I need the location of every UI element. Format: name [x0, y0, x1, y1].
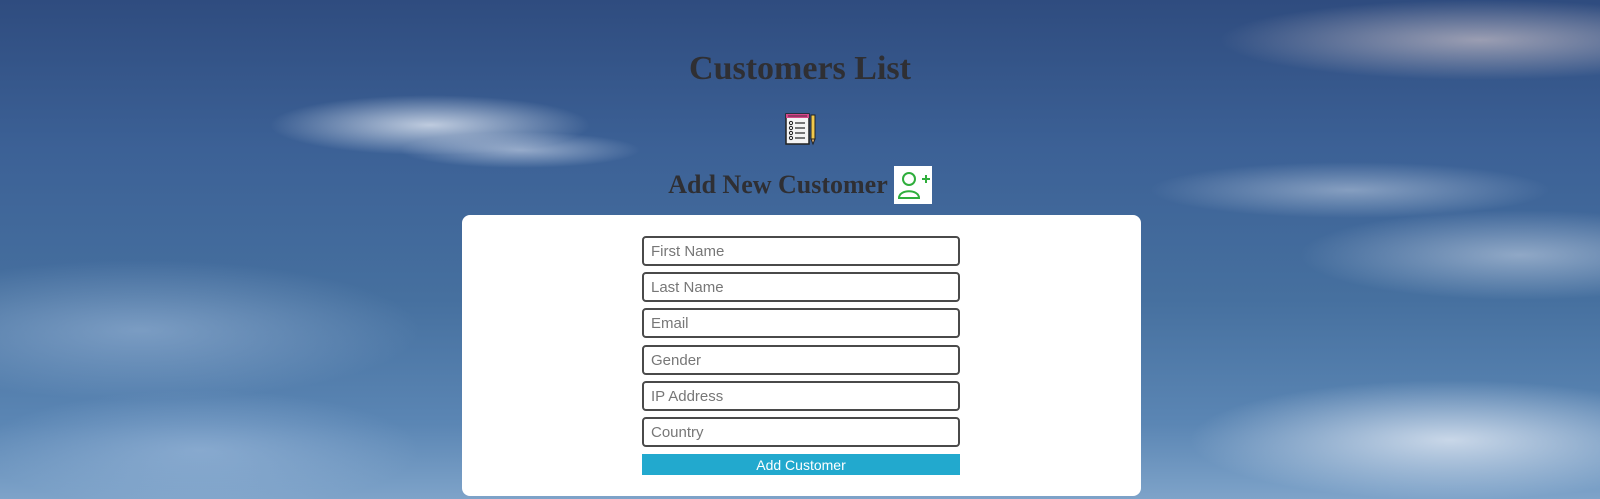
subtitle-row: Add New Customer	[0, 166, 1600, 204]
clipboard-list-icon	[785, 112, 817, 146]
add-customer-form: Add Customer	[462, 215, 1141, 496]
subtitle: Add New Customer	[668, 170, 888, 199]
first-name-input[interactable]	[642, 236, 960, 266]
email-input[interactable]	[642, 308, 960, 338]
gender-input[interactable]	[642, 345, 960, 375]
ip-address-input[interactable]	[642, 381, 960, 411]
country-input[interactable]	[642, 417, 960, 447]
add-customer-button[interactable]: Add Customer	[642, 454, 960, 475]
page-title: Customers List	[689, 50, 911, 87]
last-name-input[interactable]	[642, 272, 960, 302]
add-user-icon	[893, 166, 932, 204]
